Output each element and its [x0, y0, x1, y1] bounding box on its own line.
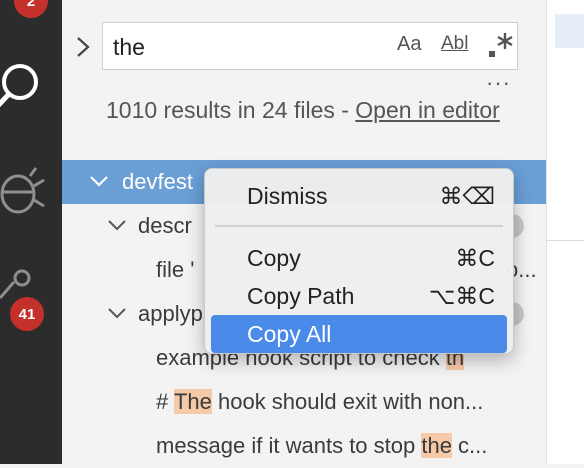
- tree-match-row[interactable]: # The hook should exit with non...: [62, 380, 546, 424]
- menu-item-dismiss[interactable]: Dismiss ⌘⌫: [211, 177, 507, 215]
- results-summary: 1010 results in 24 files - Open in edito…: [106, 92, 506, 128]
- search-box: Aa Abl: [102, 22, 518, 70]
- chevron-down-icon: [90, 176, 108, 187]
- source-control-badge: 41: [10, 297, 44, 331]
- editor-area: [546, 0, 584, 464]
- debug-icon[interactable]: [0, 164, 48, 220]
- chevron-down-icon: [108, 308, 126, 319]
- results-count-text: 1010 results in 24 files -: [106, 97, 356, 123]
- search-input[interactable]: [111, 29, 385, 65]
- notification-badge: 2: [14, 0, 48, 18]
- menu-item-copy[interactable]: Copy ⌘C: [211, 239, 507, 277]
- folder-name: devfest: [122, 169, 193, 194]
- match-case-toggle[interactable]: Aa: [397, 33, 421, 56]
- match-highlight: the: [421, 433, 452, 458]
- group-name: descr: [138, 213, 192, 238]
- match-whole-word-toggle[interactable]: Abl: [441, 33, 468, 55]
- context-menu: Dismiss ⌘⌫ Copy ⌘C Copy Path ⌥⌘C Copy Al…: [204, 168, 514, 354]
- editor-divider: [547, 240, 584, 241]
- regex-icon[interactable]: [487, 31, 513, 59]
- chevron-down-icon: [108, 220, 126, 231]
- match-text: file ': [156, 257, 195, 282]
- match-highlight: The: [173, 389, 212, 414]
- activity-bar: 2 41: [0, 0, 62, 464]
- open-in-editor-link[interactable]: Open in editor: [355, 97, 499, 123]
- match-text: # The hook should exit with non...: [156, 389, 484, 414]
- search-icon[interactable]: [0, 58, 50, 118]
- menu-item-copy-path[interactable]: Copy Path ⌥⌘C: [211, 277, 507, 315]
- editor-line-highlight: [555, 14, 584, 48]
- group-name: applyp: [138, 301, 203, 326]
- menu-item-copy-all[interactable]: Copy All: [211, 315, 507, 353]
- tree-match-row[interactable]: message if it wants to stop the c...: [62, 424, 546, 468]
- menu-separator: [215, 225, 503, 227]
- toggle-replace-chevron-icon[interactable]: [76, 36, 90, 58]
- match-text: message if it wants to stop the c...: [156, 433, 488, 458]
